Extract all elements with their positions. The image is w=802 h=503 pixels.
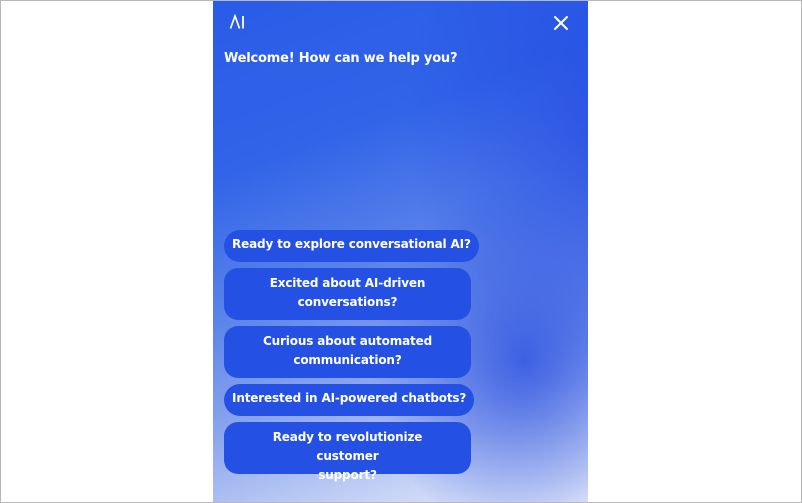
chat-widget-panel: Welcome! How can we help you? Ready to e… <box>213 1 588 502</box>
suggestion-chip-ai-driven-conversations[interactable]: Excited about AI-driven conversations? <box>224 268 471 320</box>
suggestion-chip-revolutionize-support[interactable]: Ready to revolutionize customer support? <box>224 422 471 482</box>
suggestion-chip-automated-communication[interactable]: Curious about automated communication? <box>224 326 471 378</box>
welcome-message: Welcome! How can we help you? <box>224 51 458 66</box>
suggestion-label-line1: Excited about AI-driven <box>269 276 426 290</box>
suggestion-label: Ready to explore conversational AI? <box>232 237 471 251</box>
suggestion-label-line2: support? <box>318 468 377 482</box>
ai-logo-icon <box>229 14 244 29</box>
suggestion-chip-ai-powered-chatbots[interactable]: Interested in AI-powered chatbots? <box>224 384 475 416</box>
suggestion-label-line2: conversations? <box>297 295 398 309</box>
suggestion-label: Interested in AI-powered chatbots? <box>232 391 467 405</box>
suggestion-label-line1: Curious about automated <box>262 334 433 348</box>
suggestion-label-line2: communication? <box>293 353 402 367</box>
suggestion-list: Ready to explore conversational AI? Exci… <box>224 230 479 482</box>
close-icon[interactable] <box>551 13 571 33</box>
suggestion-chip-explore-conversational-ai[interactable]: Ready to explore conversational AI? <box>224 230 479 262</box>
suggestion-label-line1: Ready to revolutionize customer <box>272 430 423 463</box>
